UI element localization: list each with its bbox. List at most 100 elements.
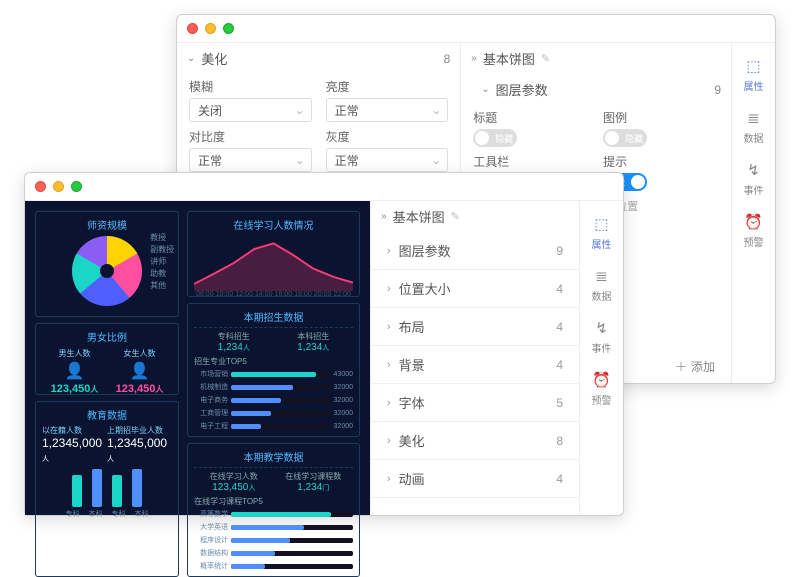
close-icon[interactable] xyxy=(35,181,46,192)
front-window: 师资规模 教授副教授讲师助教其他 男女比例 男生人数👤123,450人 女生人数… xyxy=(24,172,624,516)
attr-icon: ⬚ xyxy=(594,215,608,233)
sidebar-label: 预警 xyxy=(592,392,612,407)
toggle-label: 工具栏 xyxy=(473,153,589,170)
bar-row: 程序设计 xyxy=(194,535,353,545)
property-sidebar: ⬚属性≣数据 ↯ 事件 ⏰ 预警 xyxy=(731,43,775,383)
card-title: 师资规模 xyxy=(42,217,172,232)
sidebar-label: 事件 xyxy=(592,340,612,355)
sidebar-label: 属性 xyxy=(744,78,764,93)
section-count: 9 xyxy=(714,83,721,97)
accordion-item[interactable]: ›字体5 xyxy=(371,384,579,422)
accordion-label: 位置大小 xyxy=(399,279,451,298)
data-icon: ≣ xyxy=(747,109,760,127)
accordion-item[interactable]: ›动画4 xyxy=(371,460,579,498)
sidebar-tab-alert[interactable]: ⏰ 预警 xyxy=(580,363,623,415)
close-icon[interactable] xyxy=(187,23,198,34)
chevron-down-icon: ⌄ xyxy=(481,84,489,95)
alert-icon: ⏰ xyxy=(592,371,611,389)
chevron-right-icon: › xyxy=(387,321,391,333)
basic-pie-head[interactable]: » 基本饼图 ✎ xyxy=(371,201,579,232)
female-icon: 👤 xyxy=(130,361,150,381)
accordion-item[interactable]: ›图层参数9 xyxy=(371,232,579,270)
sidebar-tab-data[interactable]: ≣数据 xyxy=(580,259,623,311)
accordion-item[interactable]: › 背景 4 xyxy=(371,346,579,384)
accordion-item[interactable]: › 布局 4 xyxy=(371,308,579,346)
toggle-label: 提示 xyxy=(603,153,719,170)
event-icon: ↯ xyxy=(595,319,608,337)
chevron-right-icon: › xyxy=(387,473,391,485)
sidebar-tab-event[interactable]: ↯ 事件 xyxy=(732,153,775,205)
sidebar-label: 预警 xyxy=(744,234,764,249)
basic-pie-head[interactable]: » 基本饼图 ✎ xyxy=(461,43,731,74)
chevron-right-icon: › xyxy=(387,435,391,447)
section-title: 基本饼图 xyxy=(393,207,445,226)
maximize-icon[interactable] xyxy=(71,181,82,192)
chevron-down-icon: ⌄ xyxy=(187,53,195,64)
maximize-icon[interactable] xyxy=(223,23,234,34)
form-item: 灰度正常 xyxy=(326,128,449,172)
accordion-item[interactable]: › 美化 8 xyxy=(371,422,579,460)
section-title: 图层参数 xyxy=(496,80,548,99)
accordion-item[interactable]: ›位置大小4 xyxy=(371,270,579,308)
field-label: 亮度 xyxy=(326,78,449,95)
section-count: 8 xyxy=(444,52,451,66)
traffic-lights xyxy=(35,181,82,192)
bar-row: 市场营销43000 xyxy=(194,369,353,379)
accordion-label: 美化 xyxy=(399,431,425,450)
accordion-count: 5 xyxy=(556,396,563,410)
chevron-right-icon: › xyxy=(387,359,391,371)
toggle-label: 标题 xyxy=(473,109,589,126)
toggle-item: 图例隐藏 xyxy=(603,109,719,147)
pencil-icon[interactable]: ✎ xyxy=(541,52,550,65)
form-item: 模糊关闭 xyxy=(189,78,312,122)
sidebar-tab-attr[interactable]: ⬚属性 xyxy=(580,207,623,259)
accordion: ›图层参数9›位置大小4›布局4›背景4›字体5›美化8›动画4 xyxy=(371,232,579,515)
sidebar-tab-data[interactable]: ≣数据 xyxy=(732,101,775,153)
card-title: 男女比例 xyxy=(42,329,172,344)
vertical-bars xyxy=(42,467,172,507)
male-icon: 👤 xyxy=(65,361,85,381)
bar-row: 机械制造32000 xyxy=(194,382,353,392)
minimize-icon[interactable] xyxy=(205,23,216,34)
toggle-label: 图例 xyxy=(603,109,719,126)
accordion-label: 背景 xyxy=(399,355,425,374)
layer-params-head[interactable]: ⌄ 图层参数 9 xyxy=(461,74,731,105)
sidebar-tab-attr[interactable]: ⬚属性 xyxy=(732,49,775,101)
accordion-label: 字体 xyxy=(399,393,425,412)
accordion-label: 布局 xyxy=(399,317,425,336)
bar-row: 工商管理32000 xyxy=(194,408,353,418)
select-input[interactable]: 正常 xyxy=(189,148,312,172)
sidebar-label: 事件 xyxy=(744,182,764,197)
select-input[interactable]: 关闭 xyxy=(189,98,312,122)
dashboard-preview: 师资规模 教授副教授讲师助教其他 男女比例 男生人数👤123,450人 女生人数… xyxy=(25,201,370,515)
toggle-switch[interactable]: 隐藏 xyxy=(473,129,517,147)
accordion-label: 动画 xyxy=(399,469,425,488)
minimize-icon[interactable] xyxy=(53,181,64,192)
pie-legend: 教授副教授讲师助教其他 xyxy=(150,232,174,291)
toggle-switch[interactable]: 隐藏 xyxy=(603,129,647,147)
beautify-section-head[interactable]: ⌄ 美化 8 xyxy=(177,43,460,74)
accordion-label: 图层参数 xyxy=(399,241,451,260)
titlebar xyxy=(25,173,623,201)
form-item: 亮度正常 xyxy=(326,78,449,122)
accordion-count: 4 xyxy=(556,358,563,372)
select-input[interactable]: 正常 xyxy=(326,98,449,122)
pencil-icon[interactable]: ✎ xyxy=(451,210,460,223)
form-item: 对比度正常 xyxy=(189,128,312,172)
section-title: 基本饼图 xyxy=(483,49,535,68)
area-chart xyxy=(194,235,353,291)
accordion-count: 8 xyxy=(556,434,563,448)
accordion-count: 4 xyxy=(556,282,563,296)
bar-row: 高等数学 xyxy=(194,509,353,519)
select-input[interactable]: 正常 xyxy=(326,148,449,172)
field-label: 模糊 xyxy=(189,78,312,95)
event-icon: ↯ xyxy=(747,161,760,179)
sidebar-label: 数据 xyxy=(592,288,612,303)
toggle-item: 标题隐藏 xyxy=(473,109,589,147)
field-label: 灰度 xyxy=(326,128,449,145)
sidebar-tab-event[interactable]: ↯ 事件 xyxy=(580,311,623,363)
accordion-count: 4 xyxy=(556,320,563,334)
sidebar-tab-alert[interactable]: ⏰ 预警 xyxy=(732,205,775,257)
alert-icon: ⏰ xyxy=(744,213,763,231)
section-title: 美化 xyxy=(201,49,227,68)
